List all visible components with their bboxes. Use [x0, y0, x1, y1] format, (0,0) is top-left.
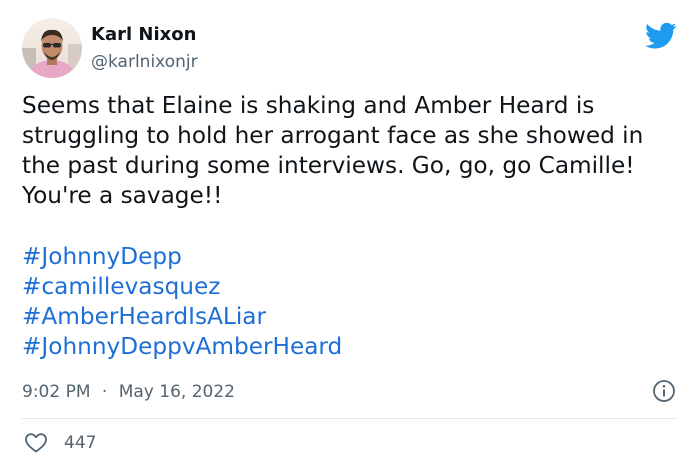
tweet-header: Karl Nixon @karlnixonjr: [22, 18, 680, 84]
hashtag-link[interactable]: #camillevasquez: [22, 272, 672, 302]
tweet-body: Seems that Elaine is shaking and Amber H…: [22, 91, 672, 362]
avatar[interactable]: [22, 18, 82, 78]
hashtag-link[interactable]: #JohnnyDeppvAmberHeard: [22, 332, 672, 362]
hashtag-link[interactable]: #JohnnyDepp: [22, 242, 672, 272]
display-name[interactable]: Karl Nixon: [91, 24, 198, 46]
avatar-photo: [22, 18, 82, 78]
twitter-bird-icon[interactable]: [645, 22, 677, 50]
heart-icon[interactable]: [24, 431, 48, 455]
info-icon[interactable]: [652, 379, 676, 403]
divider: [22, 418, 678, 419]
tweet-text: Seems that Elaine is shaking and Amber H…: [22, 92, 644, 209]
like-count: 447: [64, 433, 97, 453]
meta-separator: ·: [101, 382, 108, 402]
tweet-meta: 9:02 PM · May 16, 2022: [22, 379, 676, 405]
tweet-date[interactable]: May 16, 2022: [119, 382, 235, 402]
author-info: Karl Nixon @karlnixonjr: [91, 24, 198, 73]
tweet-card: Karl Nixon @karlnixonjr Seems that Elain…: [0, 0, 700, 471]
tweet-time[interactable]: 9:02 PM: [22, 382, 91, 402]
hashtag-list: #JohnnyDepp #camillevasquez #AmberHeardI…: [22, 242, 672, 362]
user-handle[interactable]: @karlnixonjr: [91, 51, 198, 73]
hashtag-link[interactable]: #AmberHeardIsALiar: [22, 302, 672, 332]
